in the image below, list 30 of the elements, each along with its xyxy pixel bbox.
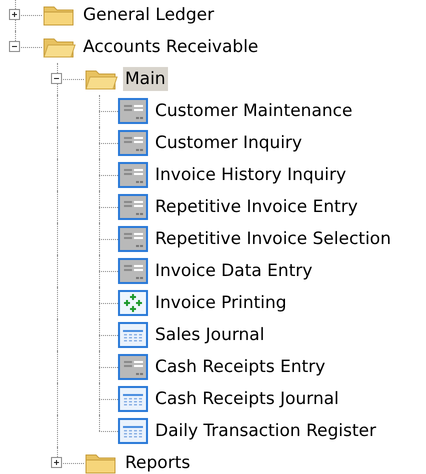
tree-item[interactable]: Accounts Receivable (81, 35, 260, 59)
tree-item[interactable]: Cash Receipts Journal (153, 387, 341, 411)
form-icon (118, 226, 148, 252)
tree-item[interactable]: General Ledger (81, 3, 216, 27)
form-icon (118, 162, 148, 188)
form-icon (118, 194, 148, 220)
tree-item[interactable]: Sales Journal (153, 323, 266, 347)
expander-toggle[interactable] (51, 457, 62, 468)
tree-item[interactable]: Customer Maintenance (153, 99, 354, 123)
report-icon (118, 386, 148, 412)
report-icon (118, 322, 148, 348)
tree-item[interactable]: Repetitive Invoice Selection (153, 227, 393, 251)
expander-toggle[interactable] (9, 9, 20, 20)
tree-item[interactable]: Repetitive Invoice Entry (153, 195, 360, 219)
tree-item[interactable]: Main (123, 67, 168, 91)
expander-toggle[interactable] (9, 41, 20, 52)
tree-item[interactable]: Cash Receipts Entry (153, 355, 328, 379)
form-icon (118, 98, 148, 124)
form-icon (118, 354, 148, 380)
tree-item[interactable]: Reports (123, 451, 192, 474)
tree-item[interactable]: Invoice Printing (153, 291, 289, 315)
crosses-icon (118, 290, 148, 316)
tree-item[interactable]: Invoice Data Entry (153, 259, 314, 283)
form-icon (118, 130, 148, 156)
report-icon (118, 418, 148, 444)
tree-item[interactable]: Daily Transaction Register (153, 419, 378, 443)
tree-item[interactable]: Customer Inquiry (153, 131, 304, 155)
tree-item[interactable]: Invoice History Inquiry (153, 163, 348, 187)
expander-toggle[interactable] (51, 73, 62, 84)
form-icon (118, 258, 148, 284)
